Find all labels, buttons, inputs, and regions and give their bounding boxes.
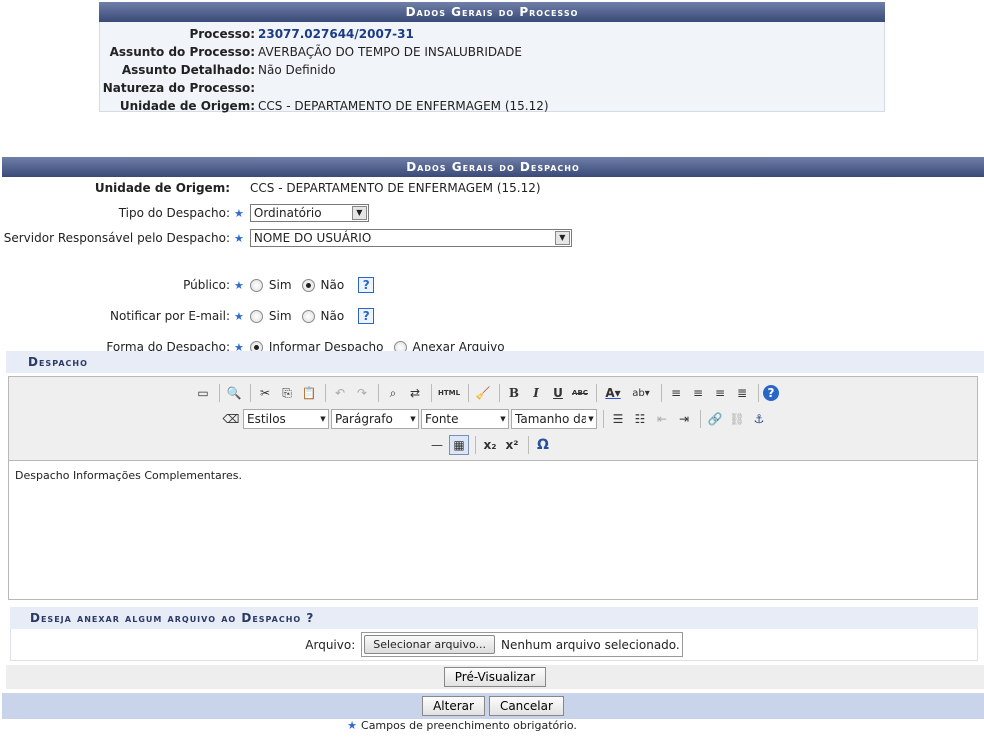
copy-icon[interactable]: ⎘ xyxy=(277,383,297,403)
process-row: Assunto do Processo: AVERBAÇÃO DO TEMPO … xyxy=(109,45,522,59)
select-file-button[interactable]: Selecionar arquivo... xyxy=(364,635,496,654)
tipo-select[interactable]: Ordinatório ▼ xyxy=(249,204,369,222)
editor-toolbar: ▭ 🔍 ✂ ⎘ 📋 ↶ ↷ ⌕ ⇄ HTML 🧹 B I U ABC A▾ ab… xyxy=(9,377,977,461)
preview-bar: Pré-Visualizar xyxy=(6,665,984,689)
required-star-icon: ★ xyxy=(234,231,244,245)
italic-icon[interactable]: I xyxy=(526,383,546,403)
preview-button[interactable]: Pré-Visualizar xyxy=(443,667,547,687)
highlight-icon[interactable]: ab▾ xyxy=(627,383,655,403)
required-star-icon: ★ xyxy=(234,206,244,220)
process-row: Processo: 23077.027644/2007-31 xyxy=(189,27,414,41)
publico-nao-radio[interactable]: Não xyxy=(301,278,344,292)
font-select[interactable]: Fonte ▼ xyxy=(421,409,509,429)
file-input[interactable]: Selecionar arquivo... Nenhum arquivo sel… xyxy=(361,632,683,657)
help-icon[interactable]: ? xyxy=(358,308,375,324)
replace-icon[interactable]: ⇄ xyxy=(405,383,425,403)
align-left-icon[interactable]: ≡ xyxy=(666,383,686,403)
servidor-label: Servidor Responsável pelo Despacho: xyxy=(3,231,230,245)
styles-select[interactable]: Estilos ▼ xyxy=(243,409,329,429)
indent-icon[interactable]: ⇥ xyxy=(674,409,694,429)
unidade-value: CCS - DEPARTAMENTO DE ENFERMAGEM (15.12) xyxy=(250,181,541,195)
chevron-down-icon: ▼ xyxy=(498,410,508,428)
form-footer: Alterar Cancelar xyxy=(2,693,984,719)
notificar-sim-radio[interactable]: Sim xyxy=(249,309,292,323)
subscript-icon[interactable]: x₂ xyxy=(480,435,500,455)
notificar-nao-radio[interactable]: Não xyxy=(301,309,344,323)
chevron-down-icon: ▼ xyxy=(554,231,570,245)
eraser-icon[interactable]: ⌫ xyxy=(221,409,241,429)
special-char-icon[interactable]: Ω xyxy=(533,435,553,455)
text-color-icon[interactable]: A▾ xyxy=(601,383,625,403)
attachment-title: Deseja anexar algum arquivo ao Despacho … xyxy=(10,607,978,629)
align-justify-icon[interactable]: ≣ xyxy=(732,383,752,403)
attachment-section: Deseja anexar algum arquivo ao Despacho … xyxy=(10,607,978,661)
chevron-down-icon: ▼ xyxy=(586,410,596,428)
alterar-button[interactable]: Alterar xyxy=(422,696,485,716)
arquivo-label: Arquivo: xyxy=(305,637,356,652)
cut-icon[interactable]: ✂ xyxy=(255,383,275,403)
numbered-list-icon[interactable]: ☷ xyxy=(630,409,650,429)
superscript-icon[interactable]: x² xyxy=(502,435,522,455)
outdent-icon[interactable]: ⇤ xyxy=(652,409,672,429)
required-legend: ★ Campos de preenchimento obrigatório. xyxy=(347,719,577,732)
bullet-list-icon[interactable]: ☰ xyxy=(608,409,628,429)
paragraph-select[interactable]: Parágrafo ▼ xyxy=(331,409,419,429)
html-icon[interactable]: HTML xyxy=(436,383,462,403)
align-right-icon[interactable]: ≡ xyxy=(710,383,730,403)
undo-icon[interactable]: ↶ xyxy=(330,383,350,403)
servidor-select[interactable]: NOME DO USUÁRIO ▼ xyxy=(249,229,572,247)
strikethrough-icon[interactable]: ABC xyxy=(570,383,590,403)
process-row: Unidade de Origem: CCS - DEPARTAMENTO DE… xyxy=(119,99,549,113)
find-icon[interactable]: ⌕ xyxy=(383,383,403,403)
fullscreen-icon[interactable]: ▭ xyxy=(193,383,213,403)
required-star-icon: ★ xyxy=(347,719,358,732)
file-status: Nenhum arquivo selecionado. xyxy=(501,637,680,652)
chevron-down-icon: ▼ xyxy=(318,410,328,428)
table-icon[interactable]: ▦ xyxy=(449,435,469,455)
process-panel: Dados Gerais do Processo Processo: 23077… xyxy=(99,2,885,113)
paste-icon[interactable]: 📋 xyxy=(299,383,319,403)
chevron-down-icon: ▼ xyxy=(351,206,367,220)
publico-label: Público: xyxy=(183,278,230,292)
process-row: Assunto Detalhado: Não Definido xyxy=(121,63,336,77)
process-caption: Dados Gerais do Processo xyxy=(99,2,885,22)
help-icon[interactable]: ? xyxy=(763,385,779,401)
process-row: Natureza do Processo: xyxy=(102,81,255,95)
unlink-icon[interactable]: ⛓ xyxy=(727,409,747,429)
align-center-icon[interactable]: ≡ xyxy=(688,383,708,403)
link-icon[interactable]: 🔗 xyxy=(705,409,725,429)
despacho-section-title: Despacho xyxy=(6,351,984,373)
unidade-label: Unidade de Origem: xyxy=(94,181,230,195)
editor-content[interactable]: Despacho Informações Complementares. xyxy=(9,461,977,599)
chevron-down-icon: ▼ xyxy=(408,410,418,428)
required-star-icon: ★ xyxy=(234,278,244,292)
bold-icon[interactable]: B xyxy=(504,383,524,403)
cleanup-icon[interactable]: 🧹 xyxy=(473,383,493,403)
help-icon[interactable]: ? xyxy=(358,277,375,293)
process-number: 23077.027644/2007-31 xyxy=(258,27,414,41)
preview-icon[interactable]: 🔍 xyxy=(224,383,244,403)
tipo-label: Tipo do Despacho: xyxy=(118,206,230,220)
cancel-button[interactable]: Cancelar xyxy=(488,696,564,716)
dispatch-caption: Dados Gerais do Despacho xyxy=(2,157,984,177)
horizontal-rule-icon[interactable]: — xyxy=(427,435,447,455)
required-star-icon: ★ xyxy=(234,309,244,323)
publico-sim-radio[interactable]: Sim xyxy=(249,278,292,292)
anchor-icon[interactable]: ⚓ xyxy=(749,409,769,429)
underline-icon[interactable]: U xyxy=(548,383,568,403)
redo-icon[interactable]: ↷ xyxy=(352,383,372,403)
rich-text-editor: ▭ 🔍 ✂ ⎘ 📋 ↶ ↷ ⌕ ⇄ HTML 🧹 B I U ABC A▾ ab… xyxy=(8,376,978,600)
font-size-select[interactable]: Tamanho da Fo ▼ xyxy=(511,409,597,429)
notificar-label: Notificar por E-mail: xyxy=(110,309,230,323)
dispatch-panel: Dados Gerais do Despacho Unidade de Orig… xyxy=(2,157,984,719)
